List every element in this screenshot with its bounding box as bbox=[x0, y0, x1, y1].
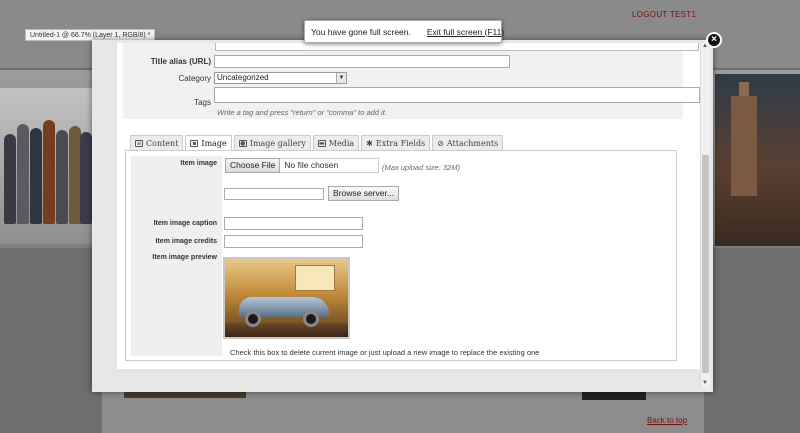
item-image-caption-input[interactable] bbox=[224, 217, 363, 230]
category-selected-value: Uncategorized bbox=[217, 73, 269, 82]
title-alias-label: Title alias (URL) bbox=[150, 57, 211, 66]
back-to-top-link[interactable]: Back to top bbox=[647, 416, 687, 425]
image-tab-panel: Item image Item image caption Item image… bbox=[125, 150, 677, 361]
category-select[interactable]: Uncategorized ▼ bbox=[214, 72, 347, 84]
tags-label: Tags bbox=[194, 98, 211, 107]
exit-fullscreen-link[interactable]: Exit full screen (F11) bbox=[427, 27, 504, 37]
scroll-thumb[interactable] bbox=[702, 155, 709, 373]
paperclip-icon: ⊘ bbox=[437, 138, 444, 148]
item-image-preview bbox=[223, 257, 350, 339]
tab-label: Media bbox=[328, 138, 355, 148]
item-image-credits-input[interactable] bbox=[224, 235, 363, 248]
tab-label: Image bbox=[201, 138, 227, 148]
content-image-strip bbox=[582, 392, 646, 400]
puzzle-icon: ✱ bbox=[366, 138, 373, 148]
file-status-text: No file chosen bbox=[280, 158, 380, 173]
item-image-preview-label: Item image preview bbox=[152, 254, 217, 261]
item-image-credits-label: Item image credits bbox=[155, 238, 217, 245]
tags-hint: Write a tag and press "return" or "comma… bbox=[217, 108, 387, 117]
item-image-label: Item image bbox=[180, 160, 217, 167]
choose-file-button[interactable]: Choose File bbox=[225, 158, 281, 173]
item-details-form: Title alias (URL) Category Uncategorized… bbox=[123, 43, 700, 119]
tab-label: Content bbox=[146, 138, 179, 148]
max-upload-note: (Max upload size: 32M) bbox=[382, 163, 460, 172]
hero-church-image bbox=[715, 74, 800, 246]
item-image-file-input[interactable]: Choose File No file chosen bbox=[225, 158, 380, 173]
browse-server-button[interactable]: Browse server... bbox=[328, 186, 399, 201]
modal-left-gutter bbox=[95, 43, 117, 389]
camera-icon: ● bbox=[238, 139, 247, 147]
tab-label: Image gallery bbox=[249, 138, 306, 148]
tab-image[interactable]: ▪ Image bbox=[185, 135, 232, 150]
document-icon: ≡ bbox=[135, 139, 143, 147]
server-image-path-input[interactable] bbox=[224, 188, 324, 200]
tab-attachments[interactable]: ⊘ Attachments bbox=[432, 135, 504, 150]
film-icon: ▬ bbox=[317, 139, 326, 147]
title-field[interactable] bbox=[215, 43, 699, 51]
delete-image-note: Check this box to delete current image o… bbox=[230, 348, 540, 357]
fullscreen-message: You have gone full screen. bbox=[311, 26, 411, 37]
tab-label: Extra Fields bbox=[375, 138, 426, 148]
tags-input[interactable] bbox=[214, 87, 700, 103]
label-column: Item image Item image caption Item image… bbox=[131, 156, 222, 356]
modal-body: Title alias (URL) Category Uncategorized… bbox=[95, 43, 700, 389]
modal-scrollbar[interactable]: ▲ ▼ bbox=[700, 43, 710, 389]
modal-bottom-gutter bbox=[95, 369, 700, 389]
item-image-caption-label: Item image caption bbox=[153, 220, 217, 227]
scroll-down-icon[interactable]: ▼ bbox=[702, 380, 708, 386]
logout-link[interactable]: LOGOUT TEST1 bbox=[632, 10, 696, 19]
category-label: Category bbox=[178, 74, 211, 83]
chevron-down-icon: ▼ bbox=[336, 73, 346, 83]
item-tabs: ≡ Content ▪ Image ● Image gallery ▬ Medi… bbox=[130, 135, 504, 150]
item-edit-modal: Title alias (URL) Category Uncategorized… bbox=[92, 40, 713, 392]
tab-label: Attachments bbox=[446, 138, 499, 148]
tab-extra-fields[interactable]: ✱ Extra Fields bbox=[361, 135, 431, 150]
tab-content[interactable]: ≡ Content bbox=[130, 135, 184, 150]
content-image-strip bbox=[124, 392, 246, 398]
fullscreen-notice: You have gone full screen. Exit full scr… bbox=[304, 20, 504, 43]
title-alias-input[interactable] bbox=[214, 55, 510, 68]
tab-media[interactable]: ▬ Media bbox=[312, 135, 360, 150]
image-icon: ▪ bbox=[190, 139, 199, 147]
hero-people-image bbox=[0, 88, 92, 244]
tab-image-gallery[interactable]: ● Image gallery bbox=[233, 135, 311, 150]
modal-close-button[interactable]: × bbox=[706, 32, 722, 48]
